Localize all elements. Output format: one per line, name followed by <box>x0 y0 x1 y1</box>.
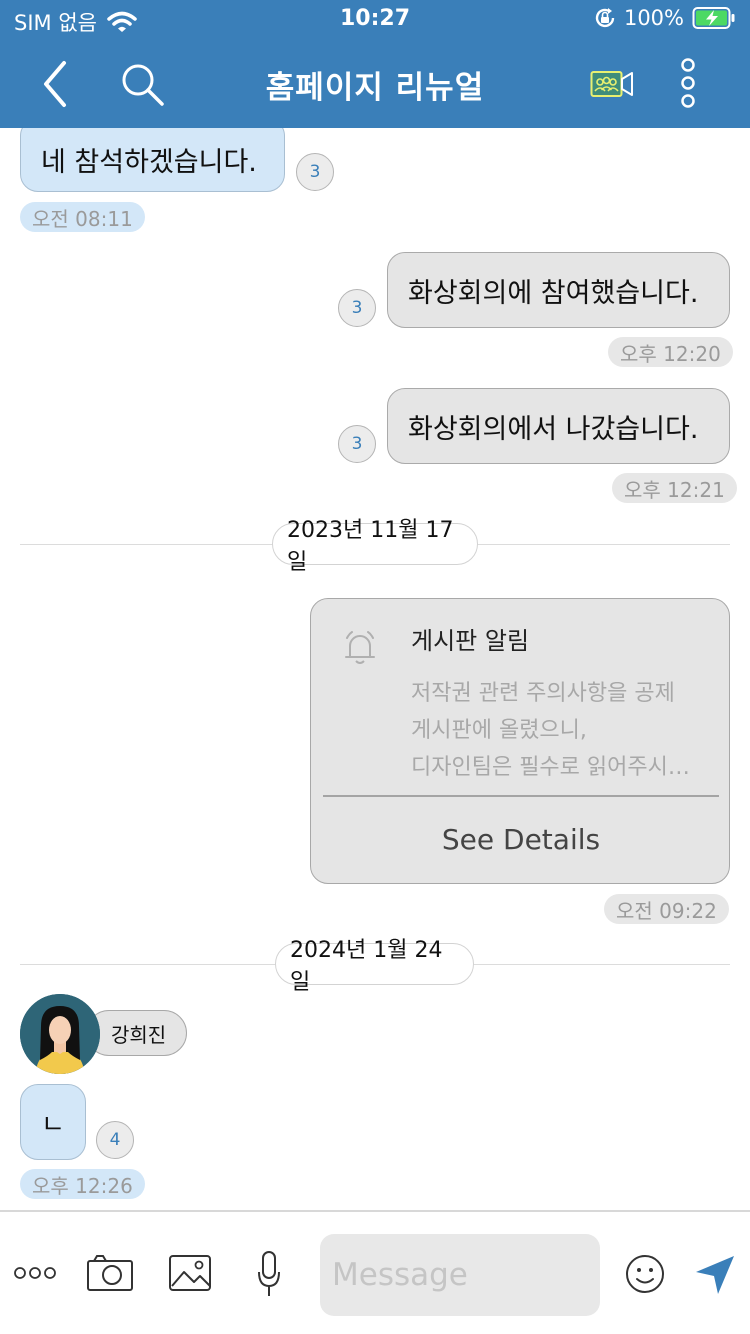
orientation-lock-icon <box>595 8 615 28</box>
message-time: 오전 09:22 <box>604 894 729 924</box>
message-bubble[interactable]: 화상회의에 참여했습니다. <box>387 252 730 328</box>
bell-icon <box>345 631 375 664</box>
camera-icon[interactable] <box>86 1254 134 1292</box>
status-bar: SIM 없음 10:27 100% <box>0 0 750 40</box>
message-bubble[interactable]: ㄴ <box>20 1084 86 1160</box>
battery-percent: 100% <box>623 6 684 30</box>
emoji-icon[interactable] <box>625 1254 665 1294</box>
notice-body: 저작권 관련 주의사항을 공제 게시판에 올렸으니, 디자인팀은 필수로 읽어주… <box>411 675 690 786</box>
message-time: 오후 12:26 <box>20 1169 145 1199</box>
more-dots-icon[interactable] <box>14 1264 58 1282</box>
sender-name-label: 강희진 <box>86 1010 188 1056</box>
date-separator: 2024년 1월 24일 <box>275 938 474 995</box>
image-icon[interactable] <box>168 1254 212 1292</box>
unread-count-badge: 3 <box>296 153 334 191</box>
date-separator: 2023년 11월 17일 <box>272 518 478 575</box>
status-right: 100% <box>594 6 736 30</box>
message-list[interactable]: 네 참석하겠습니다. 3 오전 08:11 3 화상회의에 참여했습니다. 오후… <box>0 128 750 1210</box>
unread-count-badge: 3 <box>338 289 376 327</box>
message-text: 화상회의에서 나갔습니다. <box>408 413 699 445</box>
message-bubble[interactable]: 네 참석하겠습니다. <box>20 128 285 192</box>
avatar[interactable] <box>20 994 100 1074</box>
notice-body-line: 게시판에 올렸으니, <box>411 718 587 743</box>
message-bubble[interactable]: 화상회의에서 나갔습니다. <box>387 388 730 464</box>
message-text: 화상회의에 참여했습니다. <box>408 277 699 309</box>
message-text: ㄴ <box>41 1109 65 1140</box>
message-time: 오후 12:20 <box>608 337 733 367</box>
message-input[interactable] <box>320 1234 600 1316</box>
message-text: 네 참석하겠습니다. <box>41 146 257 178</box>
video-conference-icon[interactable] <box>590 66 634 102</box>
user-avatar-icon <box>20 994 100 1074</box>
more-vertical-icon[interactable] <box>676 58 700 108</box>
message-time: 오후 12:21 <box>612 473 737 503</box>
notice-body-line: 디자인팀은 필수로 읽어주시… <box>411 755 690 780</box>
unread-count-badge: 3 <box>338 425 376 463</box>
notice-body-line: 저작권 관련 주의사항을 공제 <box>411 681 675 706</box>
send-icon[interactable] <box>694 1254 736 1296</box>
message-input-bar <box>0 1210 750 1334</box>
notice-title: 게시판 알림 <box>411 627 530 655</box>
message-time: 오전 08:11 <box>20 202 145 232</box>
unread-count-badge: 4 <box>96 1121 134 1159</box>
battery-charging-icon <box>692 7 735 29</box>
chat-header: 홈페이지 리뉴얼 <box>0 40 750 128</box>
see-details-button[interactable]: See Details <box>311 797 731 883</box>
microphone-icon[interactable] <box>256 1250 282 1298</box>
chat-room-title: 홈페이지 리뉴얼 <box>265 70 485 106</box>
board-notice-card[interactable]: 게시판 알림 저작권 관련 주의사항을 공제 게시판에 올렸으니, 디자인팀은 … <box>310 598 730 884</box>
